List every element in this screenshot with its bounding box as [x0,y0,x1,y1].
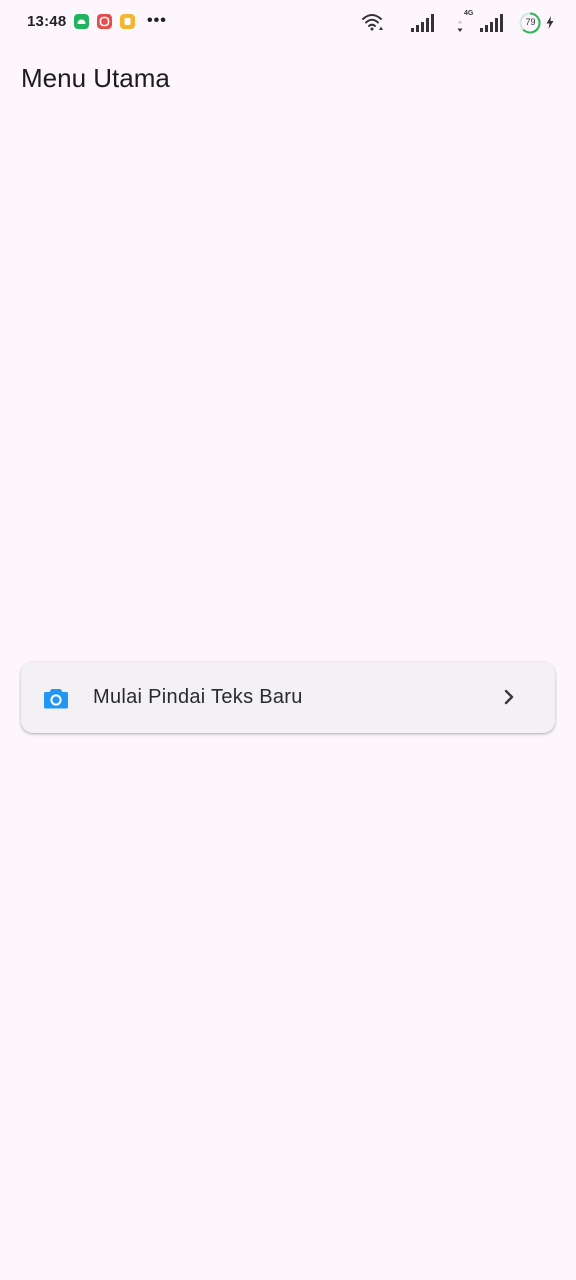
charging-icon [546,16,554,29]
network-type-label: 4G [464,10,474,17]
camera-icon [44,689,68,709]
wifi-icon [362,14,383,31]
data-activity-icon [457,20,463,32]
page-title: Menu Utama [21,63,170,93]
start-new-scan-menu-item[interactable]: Mulai Pindai Teks Baru [21,662,555,733]
more-notifications-icon: ••• [147,12,167,29]
android-notification-icon [74,14,89,29]
signal-sim2-icon [480,14,503,32]
shop-notification-icon [120,14,135,29]
status-time: 13:48 [27,13,67,30]
menu-item-label: Mulai Pindai Teks Baru [93,686,303,708]
app-notification-icon [97,14,112,29]
chevron-right-icon [504,689,514,705]
signal-sim1-icon [411,14,434,32]
status-bar: 13:48 ••• 4G 79 [0,0,576,44]
battery-level: 79 [525,17,536,27]
